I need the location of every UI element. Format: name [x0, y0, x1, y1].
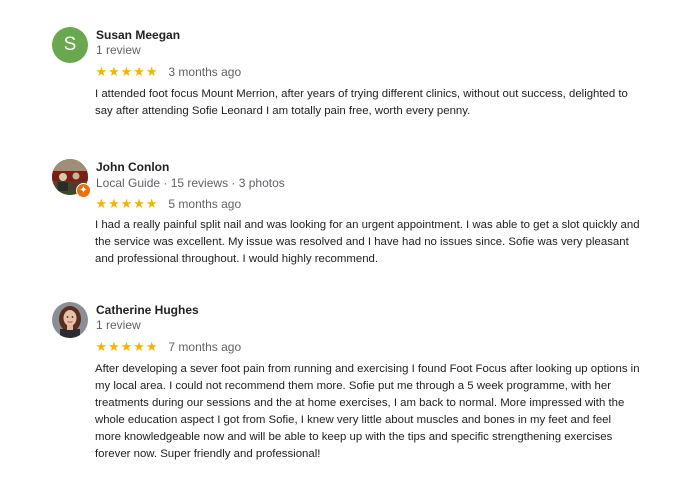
star-icon: ★: [120, 340, 133, 355]
review-time: 7 months ago: [168, 340, 242, 354]
avatar[interactable]: [52, 302, 88, 338]
star-icon: ★: [133, 197, 145, 212]
star-rating: ★★★★★: [95, 338, 158, 356]
reviewer-meta: 1 review: [96, 318, 141, 332]
reviewer-name[interactable]: Susan Meegan: [96, 28, 180, 42]
review-text: After developing a sever foot pain from …: [95, 363, 640, 460]
star-icon: ★: [108, 197, 120, 212]
review-time: 5 months ago: [168, 197, 242, 211]
star-icon: ★: [145, 197, 158, 212]
review-text: I had a really painful split nail and wa…: [95, 219, 640, 265]
review-text: I attended foot focus Mount Merrion, aft…: [95, 88, 628, 117]
star-icon: ★: [95, 197, 108, 212]
reviewer-name[interactable]: Catherine Hughes: [96, 303, 199, 317]
star-icon: ★: [120, 197, 133, 212]
star-icon: ★: [145, 65, 158, 80]
star-icon: ★: [95, 65, 108, 80]
avatar[interactable]: S: [52, 27, 88, 63]
star-rating: ★★★★★: [95, 63, 158, 81]
avatar[interactable]: ✦: [52, 159, 91, 198]
profile-photo: [52, 302, 88, 338]
rating-row: ★★★★★ 3 months ago: [95, 63, 242, 81]
star-icon: ★: [108, 65, 120, 80]
avatar-letter: S: [63, 34, 77, 55]
reviewer-meta: 1 review: [96, 43, 141, 57]
star-icon: ★: [145, 340, 158, 355]
star-icon: ★: [108, 340, 120, 355]
reviewer-meta: Local Guide · 15 reviews · 3 photos: [96, 176, 285, 190]
rating-row: ★★★★★ 5 months ago: [95, 195, 242, 213]
reviewer-name[interactable]: John Conlon: [96, 160, 169, 174]
review-time: 3 months ago: [168, 65, 242, 79]
star-icon: ★: [133, 340, 145, 355]
rating-row: ★★★★★ 7 months ago: [95, 338, 242, 356]
star-icon: ★: [95, 340, 108, 355]
local-guide-badge-icon: ✦: [76, 183, 91, 198]
star-icon: ★: [120, 65, 133, 80]
star-rating: ★★★★★: [95, 195, 158, 213]
star-icon: ★: [133, 65, 145, 80]
